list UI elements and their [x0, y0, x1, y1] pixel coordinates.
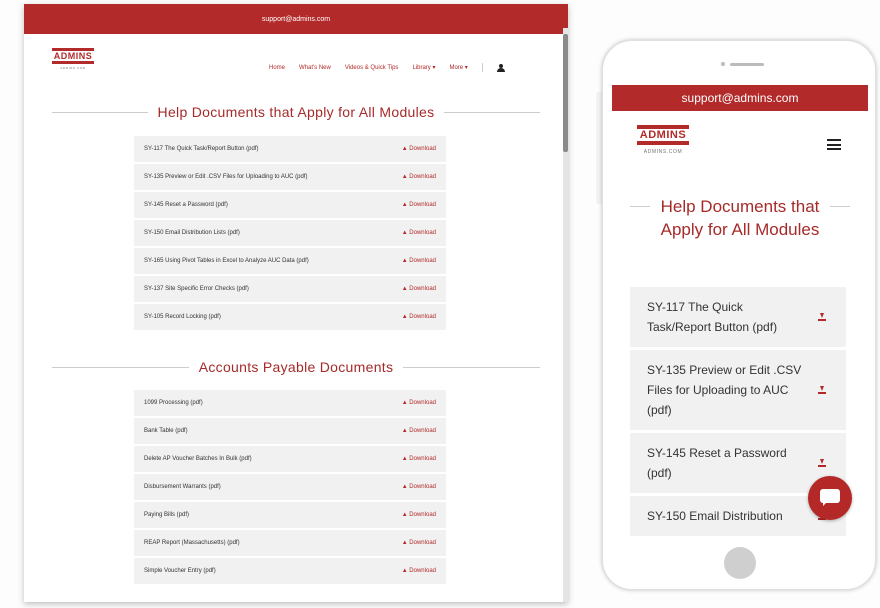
desktop-support-email[interactable]: support@admins.com — [262, 13, 330, 27]
screenshot-stage: support@admins.com ADMINS ADMINS.COM Hom… — [0, 0, 880, 608]
nav-more[interactable]: More ▾ — [449, 64, 467, 71]
list-item: Paying Bills (pdf) ▲ Download — [134, 502, 446, 528]
list-item[interactable]: SY-117 The Quick Task/Report Button (pdf… — [630, 287, 846, 347]
document-name[interactable]: Disbursement Warrants (pdf) — [144, 484, 221, 490]
list-item: 1099 Processing (pdf) ▲ Download — [134, 390, 446, 416]
document-name[interactable]: SY-165 Using Pivot Tables in Excel to An… — [144, 258, 309, 264]
download-link[interactable]: ▲ Download — [402, 456, 436, 462]
phone-camera — [721, 62, 725, 66]
document-name[interactable]: SY-150 Email Distribution Lists (pdf) — [144, 230, 240, 236]
phone-speaker — [730, 63, 764, 66]
user-icon[interactable] — [496, 63, 505, 72]
document-name[interactable]: Simple Voucher Entry (pdf) — [144, 568, 216, 574]
download-link[interactable]: ▲ Download — [402, 512, 436, 518]
document-name[interactable]: Paying Bills (pdf) — [144, 512, 189, 518]
list-item: Disbursement Warrants (pdf) ▲ Download — [134, 474, 446, 500]
phone-mockup: support@admins.com ADMINS ADMINS.COM Hel… — [602, 40, 876, 590]
document-list-accounts-payable: 1099 Processing (pdf) ▲ Download Bank Tab… — [134, 390, 446, 584]
logo-bar-bottom — [52, 61, 94, 64]
logo-subtext: ADMINS.COM — [643, 149, 683, 155]
logo-bar-bottom — [637, 141, 689, 145]
download-link[interactable]: ▲ Download — [402, 146, 436, 152]
desktop-scrollbar[interactable] — [563, 28, 568, 602]
document-name[interactable]: Delete AP Voucher Batches In Bulk (pdf) — [144, 456, 252, 462]
list-item: Delete AP Voucher Batches In Bulk (pdf) ▲… — [134, 446, 446, 472]
mobile-section-title-text: Help Documents that Apply for All Module… — [660, 197, 820, 239]
document-name[interactable]: SY-145 Reset a Password (pdf) — [144, 202, 228, 208]
desktop-top-bar: support@admins.com — [24, 4, 568, 34]
document-name[interactable]: SY-117 The Quick Task/Report Button (pdf… — [647, 300, 777, 334]
mobile-support-email[interactable]: support@admins.com — [682, 91, 799, 105]
download-icon[interactable] — [818, 386, 826, 395]
nav-videos-quick-tips[interactable]: Videos & Quick Tips — [345, 65, 399, 71]
list-item: SY-150 Email Distribution Lists (pdf) ▲ D… — [134, 220, 446, 246]
download-link[interactable]: ▲ Download — [402, 258, 436, 264]
phone-home-button — [724, 547, 756, 579]
list-item: Bank Table (pdf) ▲ Download — [134, 418, 446, 444]
desktop-navbar: ADMINS ADMINS.COM Home What's New Videos… — [24, 34, 568, 104]
document-name[interactable]: SY-137 Site Specific Error Checks (pdf) — [144, 286, 249, 292]
download-link[interactable]: ▲ Download — [402, 202, 436, 208]
list-item[interactable]: SY-135 Preview or Edit .CSV Files for Up… — [630, 350, 846, 430]
section-title-text: Help Documents that Apply for All Module… — [147, 97, 445, 127]
document-name[interactable]: SY-135 Preview or Edit .CSV Files for Up… — [144, 174, 308, 180]
list-item: SY-135 Preview or Edit .CSV Files for Up… — [134, 164, 446, 190]
download-link[interactable]: ▲ Download — [402, 484, 436, 490]
document-name[interactable]: SY-145 Reset a Password (pdf) — [647, 446, 787, 480]
logo-word: ADMINS — [53, 51, 93, 61]
mobile-section-title: Help Documents that Apply for All Module… — [630, 195, 850, 241]
hamburger-menu-icon[interactable] — [827, 139, 841, 150]
document-name[interactable]: SY-117 The Quick Task/Report Button (pdf… — [144, 146, 259, 152]
desktop-logo[interactable]: ADMINS ADMINS.COM — [52, 48, 94, 70]
divider-line — [630, 206, 650, 207]
nav-home[interactable]: Home — [269, 65, 285, 71]
chat-icon[interactable] — [808, 476, 852, 520]
list-item: SY-117 The Quick Task/Report Button (pdf… — [134, 136, 446, 162]
list-item: SY-145 Reset a Password (pdf) ▲ Download — [134, 192, 446, 218]
section-title-text: Accounts Payable Documents — [188, 352, 404, 382]
download-link[interactable]: ▲ Download — [402, 428, 436, 434]
list-item: Simple Voucher Entry (pdf) ▲ Download — [134, 558, 446, 584]
list-item: REAP Report (Massachusetts) (pdf) ▲ Downl… — [134, 530, 446, 556]
divider-line — [830, 206, 850, 207]
phone-screen: support@admins.com ADMINS ADMINS.COM Hel… — [612, 85, 868, 537]
list-item: SY-165 Using Pivot Tables in Excel to An… — [134, 248, 446, 274]
document-name[interactable]: Bank Table (pdf) — [144, 428, 188, 434]
download-link[interactable]: ▲ Download — [402, 230, 436, 236]
nav-library[interactable]: Library ▾ — [412, 64, 435, 71]
section-title-accounts-payable: Accounts Payable Documents — [52, 352, 540, 382]
logo-word: ADMINS — [639, 129, 687, 141]
document-name[interactable]: SY-150 Email Distribution — [647, 509, 783, 523]
mobile-top-bar: support@admins.com — [612, 85, 868, 111]
document-name[interactable]: SY-105 Record Locking (pdf) — [144, 314, 221, 320]
nav-separator — [481, 63, 483, 72]
document-name[interactable]: SY-135 Preview or Edit .CSV Files for Up… — [647, 363, 801, 417]
list-item: SY-105 Record Locking (pdf) ▲ Download — [134, 304, 446, 330]
desktop-menu: Home What's New Videos & Quick Tips Libr… — [269, 63, 505, 72]
document-name[interactable]: 1099 Processing (pdf) — [144, 400, 203, 406]
nav-whats-new[interactable]: What's New — [299, 65, 331, 71]
section-title-all-modules: Help Documents that Apply for All Module… — [52, 97, 540, 127]
download-link[interactable]: ▲ Download — [402, 286, 436, 292]
mobile-logo[interactable]: ADMINS ADMINS.COM — [637, 125, 689, 155]
download-link[interactable]: ▲ Download — [402, 174, 436, 180]
logo-subtext: ADMINS.COM — [60, 66, 86, 70]
download-icon[interactable] — [818, 459, 826, 468]
desktop-view: support@admins.com ADMINS ADMINS.COM Hom… — [24, 4, 568, 602]
download-link[interactable]: ▲ Download — [402, 400, 436, 406]
download-link[interactable]: ▲ Download — [402, 314, 436, 320]
download-link[interactable]: ▲ Download — [402, 568, 436, 574]
list-item: SY-137 Site Specific Error Checks (pdf) ▲… — [134, 276, 446, 302]
document-name[interactable]: REAP Report (Massachusetts) (pdf) — [144, 540, 240, 546]
document-list-all-modules: SY-117 The Quick Task/Report Button (pdf… — [134, 136, 446, 330]
download-link[interactable]: ▲ Download — [402, 540, 436, 546]
download-icon[interactable] — [818, 313, 826, 322]
